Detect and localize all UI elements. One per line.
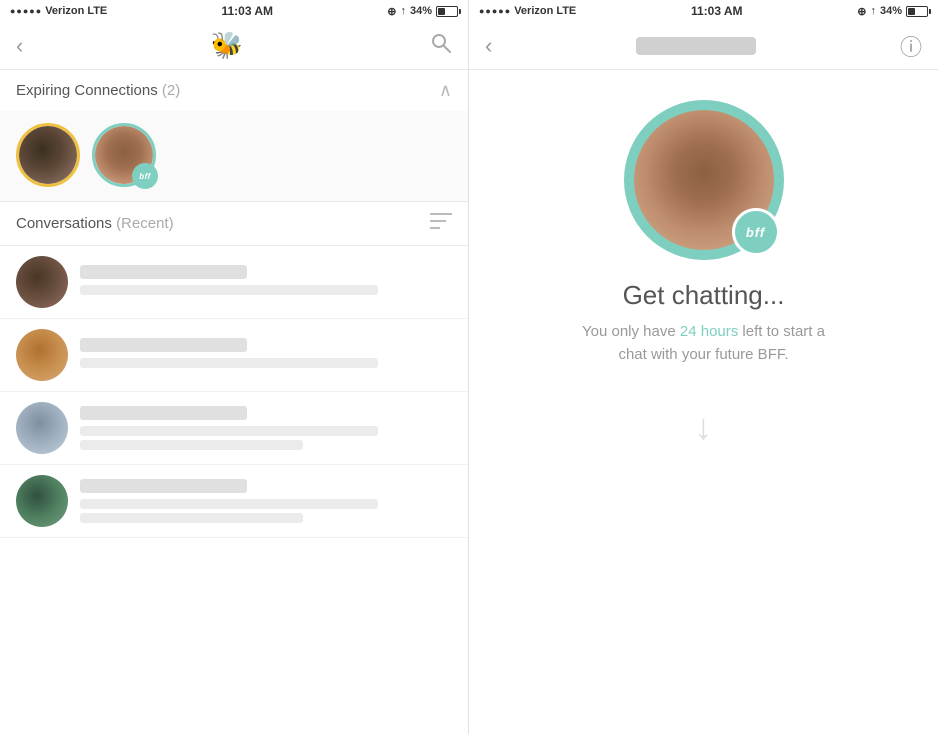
- right-time: 11:03 AM: [691, 4, 743, 18]
- conversation-item[interactable]: [0, 392, 468, 465]
- expiring-header[interactable]: Expiring Connections (2) ∧: [0, 70, 468, 111]
- left-status-right: ⊕ ↑ 34%: [387, 5, 458, 18]
- right-nav-bar: ‹ ⓘ: [469, 22, 938, 70]
- battery-label: 34%: [410, 5, 432, 17]
- carrier-label: Verizon: [45, 5, 84, 17]
- left-status-left: ●●●●● Verizon LTE: [10, 5, 107, 17]
- right-content: bff Get chatting... You only have 24 hou…: [469, 70, 938, 734]
- conv-msg-4b: [80, 513, 303, 523]
- left-nav-bar: ‹ 🐝: [0, 22, 468, 70]
- big-bff-badge: bff: [732, 208, 780, 256]
- conv-info-3: [80, 406, 452, 450]
- left-time: 11:03 AM: [221, 4, 273, 18]
- conv-msg-3b: [80, 440, 303, 450]
- sort-button[interactable]: [430, 212, 452, 235]
- conversation-item[interactable]: [0, 465, 468, 538]
- right-carrier: Verizon: [514, 5, 553, 17]
- conv-avatar-4: [16, 475, 68, 527]
- left-status-bar: ●●●●● Verizon LTE 11:03 AM ⊕ ↑ 34%: [0, 0, 468, 22]
- body-part2: left to start a: [738, 323, 825, 340]
- conv-info-1: [80, 265, 452, 299]
- expiring-count: (2): [162, 82, 180, 99]
- right-status-bar: ●●●●● Verizon LTE 11:03 AM ⊕ ↑ 34%: [469, 0, 938, 22]
- conversations-title: Conversations (Recent): [16, 215, 174, 232]
- profile-name-blurred: [636, 37, 756, 55]
- big-avatar-container: bff: [624, 100, 784, 260]
- search-button[interactable]: [430, 32, 452, 60]
- conversations-subtitle: (Recent): [116, 215, 174, 232]
- right-back-button[interactable]: ‹: [485, 33, 492, 59]
- location-icon: ⊕: [387, 5, 396, 18]
- expiring-chevron[interactable]: ∧: [439, 80, 452, 101]
- conv-name-1: [80, 265, 247, 279]
- network-label: LTE: [87, 5, 107, 17]
- signal-dots: ●●●●●: [10, 6, 42, 16]
- app-logo: 🐝: [210, 30, 242, 61]
- conversations-header: Conversations (Recent): [0, 202, 468, 246]
- conv-msg-2a: [80, 358, 378, 368]
- down-arrow: ↓: [695, 406, 713, 448]
- right-network: LTE: [556, 5, 576, 17]
- right-status-left: ●●●●● Verizon LTE: [479, 5, 576, 17]
- get-chatting-title: Get chatting...: [623, 280, 785, 311]
- conv-avatar-2: [16, 329, 68, 381]
- back-button[interactable]: ‹: [16, 33, 23, 59]
- bff-badge-small: bff: [132, 163, 158, 189]
- right-battery-icon: [906, 6, 928, 17]
- expiring-title: Expiring Connections (2): [16, 82, 180, 99]
- body-line2: chat with your future BFF.: [618, 346, 788, 363]
- right-location-icon: ⊕: [857, 5, 866, 18]
- conv-msg-3a: [80, 426, 378, 436]
- hours-highlight: 24 hours: [680, 323, 738, 340]
- info-button[interactable]: ⓘ: [900, 30, 922, 62]
- conversation-item[interactable]: [0, 319, 468, 392]
- battery-icon: [436, 6, 458, 17]
- right-battery-label: 34%: [880, 5, 902, 17]
- conv-info-4: [80, 479, 452, 523]
- body-part1: You only have: [582, 323, 680, 340]
- expiring-avatars: bff: [0, 111, 468, 201]
- conv-avatar-3: [16, 402, 68, 454]
- get-chatting-body: You only have 24 hours left to start a c…: [582, 321, 825, 366]
- expiring-avatar-2[interactable]: bff: [92, 123, 156, 187]
- right-signal-dots: ●●●●●: [479, 6, 511, 16]
- avatar-circle-1: [16, 123, 80, 187]
- conv-msg-4a: [80, 499, 378, 509]
- conversation-list: [0, 246, 468, 734]
- arrow-icon: ↑: [400, 5, 406, 17]
- conversation-item[interactable]: [0, 246, 468, 319]
- left-panel: ●●●●● Verizon LTE 11:03 AM ⊕ ↑ 34% ‹ 🐝 E…: [0, 0, 469, 734]
- conv-name-3: [80, 406, 247, 420]
- conv-name-4: [80, 479, 247, 493]
- right-panel: ●●●●● Verizon LTE 11:03 AM ⊕ ↑ 34% ‹ ⓘ b…: [469, 0, 938, 734]
- expiring-avatar-1[interactable]: [16, 123, 80, 187]
- conv-name-2: [80, 338, 247, 352]
- right-arrow-icon: ↑: [870, 5, 876, 17]
- conv-msg-1a: [80, 285, 378, 295]
- conv-avatar-1: [16, 256, 68, 308]
- right-status-right: ⊕ ↑ 34%: [857, 5, 928, 18]
- conv-info-2: [80, 338, 452, 372]
- expiring-section: Expiring Connections (2) ∧ bff: [0, 70, 468, 202]
- avatar-face-1: [19, 126, 77, 184]
